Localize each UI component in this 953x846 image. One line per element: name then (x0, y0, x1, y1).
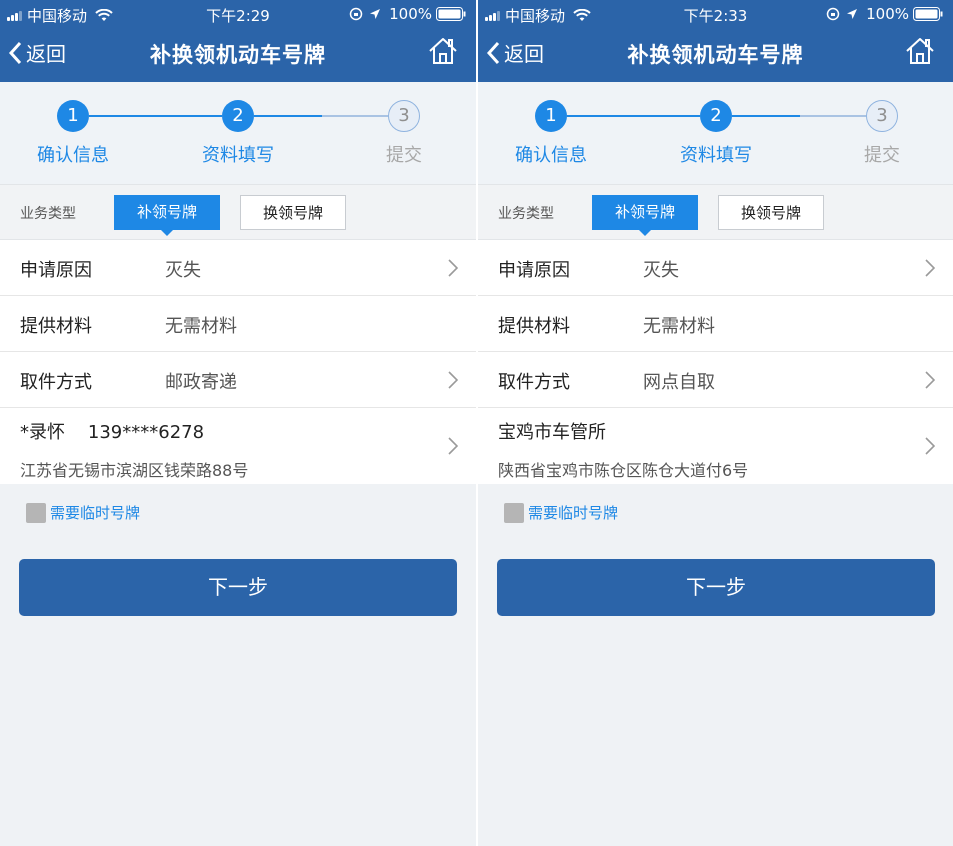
step-2-circle: 2 (700, 100, 732, 132)
address-line: 江苏省无锡市滨湖区钱荣路88号 (20, 461, 249, 480)
business-type-row: 业务类型 补领号牌 换领号牌 (0, 184, 476, 240)
step-1-circle: 1 (57, 100, 89, 132)
exchange-plate-option[interactable]: 换领号牌 (240, 195, 346, 230)
materials-value: 无需材料 (643, 316, 715, 337)
business-type-row: 业务类型 补领号牌 换领号牌 (478, 184, 953, 240)
reason-label: 申请原因 (20, 260, 92, 281)
chevron-right-icon (448, 437, 458, 455)
address-name: 宝鸡市车管所 (498, 422, 606, 443)
step-1-label: 确认信息 (37, 145, 109, 166)
pickup-method-label: 取件方式 (20, 372, 92, 393)
step-3-label: 提交 (864, 145, 900, 166)
replace-lost-plate-option[interactable]: 补领号牌 (592, 195, 698, 236)
progress-steps: 1 2 3 确认信息 资料填写 提交 (0, 82, 476, 184)
location-icon (847, 9, 858, 19)
pickup-method-row[interactable]: 取件方式 网点自取 (478, 352, 953, 408)
materials-row: 提供材料 无需材料 (0, 296, 476, 352)
rotation-lock-icon (349, 7, 363, 21)
top-bar: 中国移动 下午2:29 100% 返回 补换领机动车号牌 (0, 0, 476, 82)
chevron-right-icon (925, 371, 935, 389)
step-3-label: 提交 (386, 145, 422, 166)
temp-plate-checkbox[interactable]: 需要临时号牌 (504, 502, 618, 523)
address-name: *录怀 139****6278 (20, 422, 205, 443)
reason-value: 灭失 (165, 260, 201, 281)
materials-row: 提供材料 无需材料 (478, 296, 953, 352)
home-icon (429, 38, 457, 64)
home-icon (906, 38, 934, 64)
step-connector (732, 115, 800, 117)
home-button[interactable] (905, 36, 935, 70)
rotation-lock-icon (826, 7, 840, 21)
chevron-right-icon (925, 437, 935, 455)
reason-value: 灭失 (643, 260, 679, 281)
pickup-method-label: 取件方式 (498, 372, 570, 393)
next-step-button[interactable]: 下一步 (19, 559, 457, 616)
address-row[interactable]: *录怀 139****6278 江苏省无锡市滨湖区钱荣路88号 (0, 408, 476, 484)
materials-label: 提供材料 (498, 316, 570, 337)
chevron-right-icon (448, 259, 458, 277)
materials-label: 提供材料 (20, 316, 92, 337)
temp-plate-label: 需要临时号牌 (528, 504, 619, 522)
step-connector (254, 115, 322, 117)
status-bar: 中国移动 下午2:29 100% (0, 0, 476, 26)
business-type-label: 业务类型 (20, 206, 76, 222)
reason-row[interactable]: 申请原因 灭失 (0, 240, 476, 296)
temp-plate-checkbox[interactable]: 需要临时号牌 (26, 502, 140, 523)
business-type-label: 业务类型 (498, 206, 554, 222)
pickup-method-value: 邮政寄递 (165, 372, 237, 393)
status-bar: 中国移动 下午2:33 100% (478, 0, 953, 26)
page-title: 补换领机动车号牌 (150, 43, 326, 67)
progress-steps: 1 2 3 确认信息 资料填写 提交 (478, 82, 953, 184)
pickup-method-value: 网点自取 (643, 372, 715, 393)
chevron-right-icon (925, 259, 935, 277)
phone-screen-left: 中国移动 下午2:29 100% 返回 补换领机动车号牌 1 2 3 确认信息 … (0, 0, 476, 846)
page-title: 补换领机动车号牌 (627, 43, 804, 67)
step-1-label: 确认信息 (515, 145, 587, 166)
battery-icon (436, 7, 466, 21)
step-2-label: 资料填写 (202, 145, 274, 166)
checkbox-icon (26, 502, 46, 523)
step-3-circle: 3 (866, 100, 898, 132)
phone-screen-right: 中国移动 下午2:33 100% 返回 补换领机动车号牌 1 2 3 确认信息 … (478, 0, 953, 846)
materials-value: 无需材料 (165, 316, 237, 337)
next-step-button[interactable]: 下一步 (497, 559, 935, 616)
step-1-circle: 1 (535, 100, 567, 132)
home-button[interactable] (428, 36, 458, 70)
battery-icon (913, 7, 943, 21)
application-form: 申请原因 灭失 提供材料 无需材料 取件方式 网点自取 宝鸡市车管所 陕西省宝鸡… (478, 240, 953, 484)
step-connector (89, 115, 222, 117)
battery-percent: 100% (866, 5, 909, 23)
location-icon (370, 9, 381, 19)
step-3-circle: 3 (388, 100, 420, 132)
address-row[interactable]: 宝鸡市车管所 陕西省宝鸡市陈仓区陈仓大道付6号 (478, 408, 953, 484)
reason-row[interactable]: 申请原因 灭失 (478, 240, 953, 296)
checkbox-icon (504, 502, 524, 523)
pickup-method-row[interactable]: 取件方式 邮政寄递 (0, 352, 476, 408)
replace-lost-plate-option[interactable]: 补领号牌 (114, 195, 220, 236)
nav-bar: 返回 补换领机动车号牌 (478, 30, 953, 78)
step-connector (322, 115, 388, 117)
exchange-plate-option[interactable]: 换领号牌 (718, 195, 824, 230)
chevron-right-icon (448, 371, 458, 389)
nav-bar: 返回 补换领机动车号牌 (0, 30, 476, 78)
address-line: 陕西省宝鸡市陈仓区陈仓大道付6号 (498, 461, 749, 480)
step-connector (800, 115, 866, 117)
application-form: 申请原因 灭失 提供材料 无需材料 取件方式 邮政寄递 *录怀 139****6… (0, 240, 476, 484)
step-2-label: 资料填写 (680, 145, 752, 166)
step-2-circle: 2 (222, 100, 254, 132)
reason-label: 申请原因 (498, 260, 570, 281)
temp-plate-label: 需要临时号牌 (50, 504, 141, 522)
top-bar: 中国移动 下午2:33 100% 返回 补换领机动车号牌 (478, 0, 953, 82)
battery-percent: 100% (389, 5, 432, 23)
step-connector (567, 115, 700, 117)
